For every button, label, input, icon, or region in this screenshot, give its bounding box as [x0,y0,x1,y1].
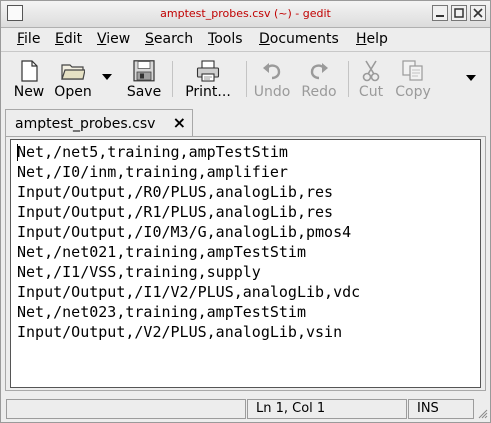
tab-label: amptest_probes.csv [15,116,156,132]
scissors-icon [362,60,380,82]
document-tabs: amptest_probes.csv × [1,107,490,137]
copy-button[interactable]: Copy [391,53,435,105]
text-line[interactable]: Net,/net5,training,ampTestStim [17,142,288,162]
printer-icon [196,60,220,82]
text-line[interactable]: Input/Output,/V2/PLUS,analogLib,vsin [17,322,342,342]
menubar-divider [1,51,490,52]
open-folder-icon [61,64,85,80]
text-line[interactable]: Input/Output,/R1/PLUS,analogLib,res [17,202,333,222]
maximize-icon[interactable] [451,5,467,21]
print-button[interactable]: Print... [179,53,237,105]
toolbar-separator [246,61,247,97]
cut-button[interactable]: Cut [353,53,389,105]
toolbar-overflow-icon[interactable] [466,75,476,81]
text-line[interactable]: Input/Output,/I1/V2/PLUS,analogLib,vdc [17,282,360,302]
text-line[interactable]: Input/Output,/R0/PLUS,analogLib,res [17,182,333,202]
status-message [6,399,246,419]
gedit-window: amptest_probes.csv (~) - gedit File Edit… [0,0,491,423]
insert-mode: INS [408,399,474,419]
toolbar: New Open Save Print... Undo Redo Cut Cop… [1,53,490,105]
new-button[interactable]: New [9,53,49,105]
open-label: Open [54,84,92,100]
title-bar[interactable]: amptest_probes.csv (~) - gedit [1,1,490,28]
print-label: Print... [185,84,231,100]
text-line[interactable]: Net,/I0/inm,training,amplifier [17,162,288,182]
menu-documents[interactable]: Documents [257,31,341,47]
text-line[interactable]: Net,/net021,training,ampTestStim [17,242,306,262]
text-line[interactable]: Net,/net023,training,ampTestStim [17,302,306,322]
menu-bar: File Edit View Search Tools Documents He… [1,28,490,50]
editor-frame: Net,/net5,training,ampTestStim Net,/I0/i… [5,136,486,391]
undo-label: Undo [253,84,291,100]
resize-grip-icon[interactable] [476,407,488,419]
save-label: Save [126,84,162,100]
new-document-icon [21,60,38,82]
toolbar-separator [348,61,349,97]
menu-help[interactable]: Help [354,31,390,47]
close-icon[interactable] [470,5,486,21]
toolbar-separator [172,61,173,97]
redo-button[interactable]: Redo [298,53,340,105]
new-label: New [13,84,45,100]
open-recent-dropdown-icon[interactable] [102,74,112,80]
cut-label: Cut [358,84,384,100]
status-bar: Ln 1, Col 1 INS [1,397,490,421]
tab-amptest-probes[interactable]: amptest_probes.csv × [5,109,193,137]
tab-close-icon[interactable]: × [173,113,186,132]
text-editor[interactable]: Net,/net5,training,ampTestStim Net,/I0/i… [10,139,481,388]
cursor-position: Ln 1, Col 1 [247,399,407,419]
open-button[interactable]: Open [51,53,95,105]
save-button[interactable]: Save [123,53,165,105]
text-line[interactable]: Input/Output,/I0/M3/G,analogLib,pmos4 [17,222,351,242]
save-disk-icon [133,60,155,82]
redo-icon [310,63,328,80]
menu-view[interactable]: View [95,31,132,47]
undo-icon [263,63,281,80]
menu-tools[interactable]: Tools [206,31,245,47]
menu-search[interactable]: Search [143,31,195,47]
copy-label: Copy [395,84,431,100]
undo-button[interactable]: Undo [251,53,293,105]
redo-label: Redo [301,84,337,100]
window-title: amptest_probes.csv (~) - gedit [160,7,331,20]
copy-icon [402,60,423,81]
menu-file[interactable]: File [15,31,42,47]
minimize-icon[interactable] [432,5,448,21]
text-line[interactable]: Net,/I1/VSS,training,supply [17,262,261,282]
menu-edit[interactable]: Edit [53,31,84,47]
